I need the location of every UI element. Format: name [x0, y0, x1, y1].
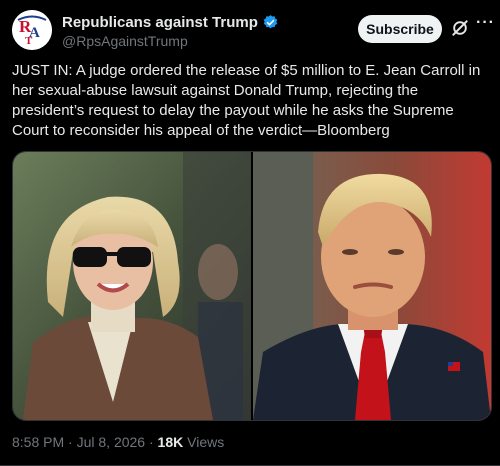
- photo-man-red-tie[interactable]: [253, 152, 491, 420]
- author-handle[interactable]: @RpsAgainstTrump: [62, 33, 188, 49]
- tweet-text: JUST IN: A judge ordered the release of …: [12, 62, 481, 139]
- author-name[interactable]: Republicans against Trump: [62, 14, 258, 31]
- author-name-row[interactable]: Republicans against Trump: [62, 14, 279, 31]
- svg-text:T: T: [25, 35, 33, 47]
- grok-icon[interactable]: [450, 18, 470, 38]
- tweet-time[interactable]: 8:58 PM: [12, 434, 64, 450]
- meta-separator: ·: [68, 434, 77, 450]
- meta-separator: ·: [148, 434, 158, 450]
- views-label: Views: [187, 434, 225, 450]
- tweet-date[interactable]: Jul 8, 2026: [77, 434, 146, 450]
- photo-right-image: [253, 152, 491, 420]
- tweet-media[interactable]: [12, 151, 492, 421]
- photo-left-image: [13, 152, 251, 420]
- photo-woman-sunglasses[interactable]: [13, 152, 251, 420]
- profile-avatar[interactable]: R A T: [12, 10, 52, 50]
- views-count[interactable]: 18K: [158, 434, 184, 450]
- rat-logo-icon: R A T: [12, 10, 52, 50]
- verified-badge-icon: [263, 15, 278, 29]
- more-options-button[interactable]: ···: [476, 14, 495, 32]
- subscribe-button[interactable]: Subscribe: [358, 15, 442, 43]
- tweet-meta: 8:58 PM · Jul 8, 2026 · 18K Views: [12, 434, 224, 450]
